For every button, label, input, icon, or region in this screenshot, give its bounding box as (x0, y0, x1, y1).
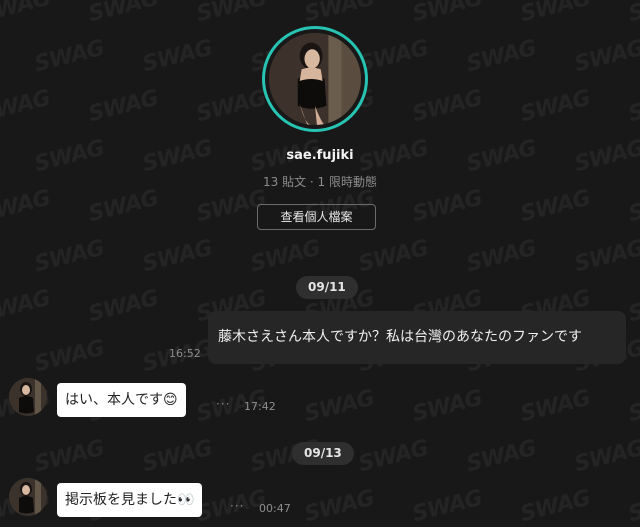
profile-username: sae.fujiki (286, 148, 354, 163)
watermark-text: SWAG (302, 385, 377, 428)
watermark-text: SWAG (518, 385, 593, 428)
watermark-text: SWAG (518, 485, 593, 527)
watermark-text: SWAG (626, 185, 640, 228)
profile-photo (269, 33, 361, 125)
message-time: 00:47 (259, 502, 291, 515)
watermark-text: SWAG (356, 435, 431, 478)
watermark-text: SWAG (140, 35, 215, 78)
watermark-text: SWAG (518, 185, 593, 228)
watermark-text: SWAG (248, 235, 323, 278)
watermark-text: SWAG (86, 185, 161, 228)
watermark-text: SWAG (410, 185, 485, 228)
message-time: 17:42 (244, 400, 276, 413)
watermark-text: SWAG (86, 285, 161, 328)
watermark-text: SWAG (194, 0, 269, 28)
watermark-text: SWAG (0, 285, 53, 328)
watermark-text: SWAG (410, 385, 485, 428)
watermark-text: SWAG (32, 35, 107, 78)
watermark-text: SWAG (0, 0, 53, 28)
watermark-text: SWAG (518, 85, 593, 128)
chat-window: SWAG SWAG SWAG SWAG SWAG SWAG SWAG SWAG SWAG SWAG… (0, 0, 640, 527)
more-options-icon[interactable]: ··· (216, 397, 230, 411)
watermark-text: SWAG (626, 0, 640, 28)
watermark-text: SWAG (410, 485, 485, 527)
watermark-text: SWAG (140, 435, 215, 478)
watermark-text: SWAG (86, 85, 161, 128)
watermark-text: SWAG (626, 285, 640, 328)
watermark-text: SWAG (0, 185, 53, 228)
sender-avatar[interactable] (9, 478, 47, 516)
watermark-text: SWAG (140, 235, 215, 278)
watermark-text: SWAG (0, 85, 53, 128)
watermark-text: SWAG (194, 85, 269, 128)
sender-avatar[interactable] (9, 378, 47, 416)
message-incoming[interactable]: 掲示板を見ました👀 (57, 483, 203, 517)
sender-avatar-art (9, 378, 47, 416)
watermark-text: SWAG (86, 0, 161, 28)
watermark-text: SWAG (518, 0, 593, 28)
date-separator: 09/11 (296, 276, 358, 299)
watermark-text: SWAG (626, 85, 640, 128)
watermark-text: SWAG (572, 435, 640, 478)
watermark-text: SWAG (32, 235, 107, 278)
watermark-text: SWAG (464, 235, 539, 278)
watermark-text: SWAG (572, 235, 640, 278)
more-options-icon[interactable]: ··· (230, 499, 244, 513)
watermark-text: SWAG (464, 35, 539, 78)
watermark-text: SWAG (572, 35, 640, 78)
watermark-text: SWAG (464, 435, 539, 478)
watermark-text: SWAG (302, 485, 377, 527)
watermark-text: SWAG (32, 435, 107, 478)
profile-stats: 13 貼文 · 1 限時動態 (263, 175, 377, 189)
message-outgoing[interactable]: 藤木さえさん本人ですか？私は台灣のあなたのファンです (208, 311, 626, 364)
watermark-text: SWAG (356, 235, 431, 278)
message-incoming[interactable]: はい、本人です😊 (57, 383, 186, 417)
watermark-text: SWAG (32, 335, 107, 378)
watermark-text: SWAG (410, 0, 485, 28)
watermark-text: SWAG (410, 85, 485, 128)
watermark-text: SWAG (302, 0, 377, 28)
watermark-text: SWAG (626, 485, 640, 527)
watermark-text: SWAG (626, 385, 640, 428)
date-separator: 09/13 (292, 442, 354, 465)
view-profile-button[interactable]: 查看個人檔案 (257, 204, 376, 230)
profile-photo-art (269, 33, 361, 125)
sender-avatar-art (9, 478, 47, 516)
profile-avatar[interactable] (262, 26, 368, 132)
message-time: 16:52 (169, 347, 201, 360)
